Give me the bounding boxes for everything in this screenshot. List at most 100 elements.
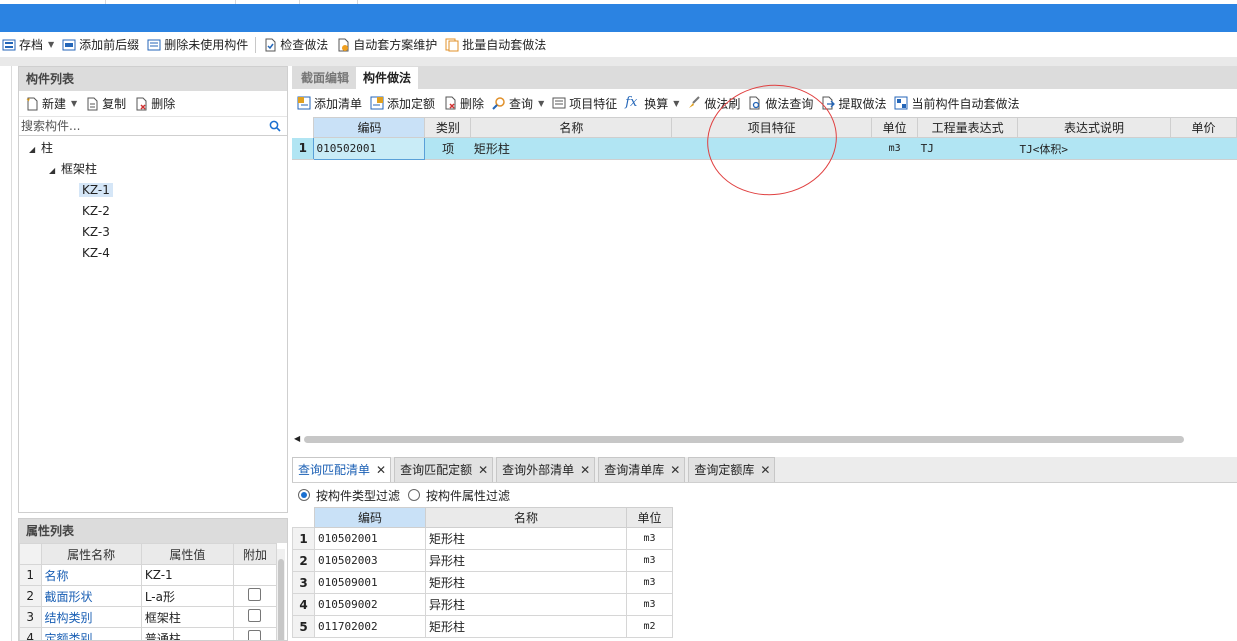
- table-row[interactable]: 1 名称 KZ-1: [19, 564, 278, 586]
- table-row[interactable]: 5 011702002 矩形柱 m2: [292, 615, 673, 638]
- tab-quota-library[interactable]: 查询定额库 ✕: [688, 457, 776, 482]
- name-cell[interactable]: 矩形柱: [425, 527, 627, 550]
- name-cell[interactable]: 矩形柱: [470, 137, 672, 160]
- convert-button[interactable]: fx 换算 ▼: [621, 92, 683, 114]
- tree-item-kz2[interactable]: KZ-2: [19, 201, 287, 222]
- price-header[interactable]: 单价: [1169, 117, 1237, 138]
- chevron-down-icon[interactable]: ▼: [48, 40, 54, 49]
- table-row[interactable]: 2 010502003 异形柱 m3: [292, 549, 673, 572]
- table-row[interactable]: 1 010502001 矩形柱 m3: [292, 527, 673, 550]
- name-header[interactable]: 名称: [425, 507, 627, 528]
- unit-header[interactable]: 单位: [871, 117, 919, 138]
- tab-bill-library[interactable]: 查询清单库 ✕: [598, 457, 686, 482]
- name-cell[interactable]: 矩形柱: [425, 571, 627, 594]
- filter-attr-label[interactable]: 按构件属性过滤: [426, 487, 510, 504]
- property-value[interactable]: 普通柱: [140, 627, 234, 640]
- new-component-button[interactable]: 新建 ▼: [21, 93, 81, 115]
- scrollbar-thumb[interactable]: [304, 436, 1184, 443]
- tab-component-method[interactable]: 构件做法: [356, 67, 419, 89]
- batch-auto-button[interactable]: 批量自动套做法: [441, 34, 550, 56]
- property-value[interactable]: 框架柱: [140, 606, 234, 628]
- chevron-down-icon[interactable]: ▼: [673, 99, 679, 108]
- property-value[interactable]: L-a形: [140, 585, 234, 607]
- horizontal-scrollbar[interactable]: ◀: [292, 434, 1237, 445]
- property-scrollbar[interactable]: [277, 549, 285, 640]
- current-auto-method-button[interactable]: 当前构件自动套做法: [890, 92, 1023, 114]
- close-icon[interactable]: ✕: [376, 463, 386, 477]
- code-cell[interactable]: 010502001: [314, 527, 426, 550]
- code-cell[interactable]: 010509001: [314, 571, 426, 594]
- tree-node-frame-column[interactable]: ◢ 框架柱: [19, 159, 287, 180]
- add-prefix-suffix-button[interactable]: 添加前后缀: [58, 34, 143, 56]
- code-header[interactable]: 编码: [314, 507, 426, 528]
- table-row[interactable]: 3 结构类别 框架柱: [19, 606, 278, 628]
- type-cell[interactable]: 项: [424, 137, 471, 160]
- expr-header[interactable]: 工程量表达式: [917, 117, 1019, 138]
- code-cell[interactable]: 010502003: [314, 549, 426, 572]
- search-input[interactable]: [19, 117, 259, 135]
- tab-match-bill[interactable]: 查询匹配清单 ✕: [292, 457, 392, 482]
- delete-method-button[interactable]: 删除: [439, 92, 488, 114]
- auto-scheme-button[interactable]: 自动套方案维护: [332, 34, 441, 56]
- extra-checkbox[interactable]: [248, 630, 262, 640]
- code-cell[interactable]: 011702002: [314, 615, 426, 638]
- unit-header[interactable]: 单位: [626, 507, 673, 528]
- scroll-left-icon[interactable]: ◀: [294, 434, 300, 443]
- name-header[interactable]: 名称: [470, 117, 673, 138]
- table-row[interactable]: 4 010509002 异形柱 m3: [292, 593, 673, 616]
- table-row[interactable]: 4 定额类别 普通柱: [19, 627, 278, 640]
- extra-checkbox[interactable]: [248, 588, 262, 601]
- scrollbar-thumb[interactable]: [278, 559, 284, 640]
- filter-type-radio[interactable]: [298, 489, 310, 501]
- add-quota-button[interactable]: 添加定额: [366, 92, 439, 114]
- unit-cell[interactable]: m3: [871, 137, 918, 160]
- tree-item-kz1[interactable]: KZ-1: [19, 180, 287, 201]
- close-icon[interactable]: ✕: [478, 463, 488, 477]
- collapse-triangle-icon[interactable]: ◢: [49, 160, 61, 181]
- name-cell[interactable]: 异形柱: [425, 593, 627, 616]
- save-button[interactable]: 存档 ▼: [0, 34, 58, 56]
- code-header[interactable]: 编码: [313, 117, 426, 138]
- desc-header[interactable]: 表达式说明: [1017, 117, 1171, 138]
- close-icon[interactable]: ✕: [670, 463, 680, 477]
- unit-cell[interactable]: m3: [626, 593, 673, 616]
- extra-checkbox[interactable]: [248, 609, 262, 622]
- table-row[interactable]: 2 截面形状 L-a形: [19, 585, 278, 607]
- delete-unused-button[interactable]: 删除未使用构件: [143, 34, 252, 56]
- tab-match-quota[interactable]: 查询匹配定额 ✕: [394, 457, 494, 482]
- filter-type-label[interactable]: 按构件类型过滤: [316, 487, 400, 504]
- search-icon[interactable]: [269, 120, 281, 132]
- tree-item-kz3[interactable]: KZ-3: [19, 222, 287, 243]
- name-cell[interactable]: 矩形柱: [425, 615, 627, 638]
- add-bill-button[interactable]: 添加清单: [293, 92, 366, 114]
- tree-item-kz4[interactable]: KZ-4: [19, 243, 287, 264]
- unit-cell[interactable]: m2: [626, 615, 673, 638]
- tab-external-bill[interactable]: 查询外部清单 ✕: [496, 457, 596, 482]
- unit-cell[interactable]: m3: [626, 527, 673, 550]
- unit-cell[interactable]: m3: [626, 571, 673, 594]
- table-row[interactable]: 3 010509001 矩形柱 m3: [292, 571, 673, 594]
- component-list-toolbar: 新建 ▼ 复制 删除: [19, 91, 287, 117]
- name-cell[interactable]: 异形柱: [425, 549, 627, 572]
- chevron-down-icon[interactable]: ▼: [538, 99, 544, 108]
- close-icon[interactable]: ✕: [760, 463, 770, 477]
- chevron-down-icon[interactable]: ▼: [71, 99, 77, 108]
- tree-node-column[interactable]: ◢ 柱: [19, 138, 287, 159]
- expr-cell[interactable]: TJ: [917, 137, 1018, 160]
- tab-section-edit[interactable]: 截面编辑: [294, 67, 356, 89]
- code-cell[interactable]: 010509002: [314, 593, 426, 616]
- price-cell[interactable]: [1170, 137, 1237, 160]
- type-header[interactable]: 类别: [424, 117, 472, 138]
- project-feature-button[interactable]: 项目特征: [548, 92, 621, 114]
- query-button[interactable]: 查询 ▼: [488, 92, 548, 114]
- delete-component-button[interactable]: 删除: [130, 93, 179, 115]
- property-value[interactable]: KZ-1: [140, 564, 234, 586]
- desc-cell[interactable]: TJ<体积>: [1017, 137, 1171, 160]
- unit-cell[interactable]: m3: [626, 549, 673, 572]
- code-cell[interactable]: 010502001: [313, 137, 426, 160]
- filter-attr-radio[interactable]: [408, 489, 421, 501]
- close-icon[interactable]: ✕: [580, 463, 590, 477]
- copy-component-button[interactable]: 复制: [81, 93, 130, 115]
- collapse-triangle-icon[interactable]: ◢: [29, 139, 41, 160]
- check-method-button[interactable]: 检查做法: [259, 34, 332, 56]
